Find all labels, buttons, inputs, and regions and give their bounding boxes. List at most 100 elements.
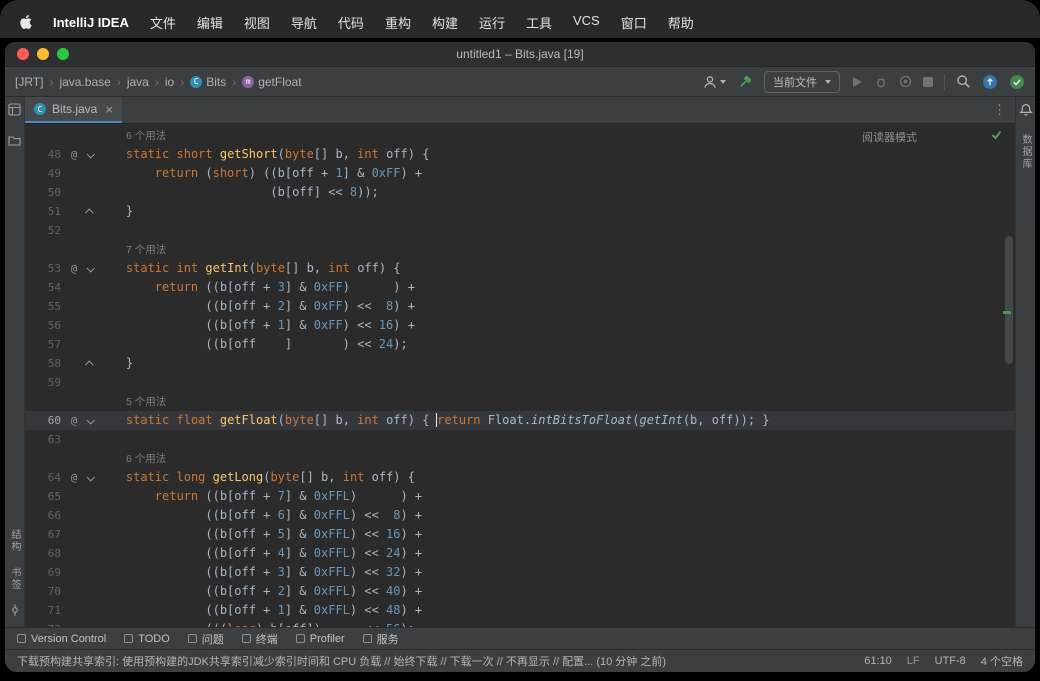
- coverage-button[interactable]: [899, 75, 912, 88]
- menu-item-编辑[interactable]: 编辑: [197, 13, 223, 32]
- code-text: ((b[off + 1] & 0xFFL) << 48) +: [97, 601, 1015, 620]
- usages-inlay-hint[interactable]: 6 个用法: [126, 453, 166, 465]
- fold-toggle-icon[interactable]: [82, 202, 97, 221]
- build-hammer-icon[interactable]: [737, 74, 753, 90]
- breadcrumb-item-getFloat[interactable]: mgetFloat: [242, 75, 301, 89]
- folder-icon[interactable]: [8, 133, 21, 151]
- fold-toggle-icon[interactable]: [82, 411, 97, 430]
- ide-main-area: 结构书签 C Bits.java × ⋮ 6 个用法48@ static sho…: [5, 97, 1035, 627]
- window-titlebar[interactable]: untitled1 – Bits.java [19]: [5, 42, 1035, 67]
- toolwindow-stripe-书签[interactable]: 书签: [7, 567, 22, 591]
- inspections-ok-icon[interactable]: [990, 128, 1003, 144]
- fold-toggle-icon[interactable]: [82, 259, 97, 278]
- search-everywhere-icon[interactable]: [956, 74, 971, 89]
- menu-item-导航[interactable]: 导航: [291, 13, 317, 32]
- breadcrumb-item-Bits[interactable]: CBits: [190, 75, 226, 89]
- toolwindow-button-Version Control[interactable]: Version Control: [17, 633, 106, 645]
- stop-button[interactable]: [923, 77, 933, 87]
- project-toolwindow-icon[interactable]: [8, 103, 21, 121]
- menu-item-VCS[interactable]: VCS: [573, 13, 600, 32]
- usages-inlay-hint[interactable]: 5 个用法: [126, 396, 166, 408]
- navigation-bar: [JRT]›java.base›java›io›CBits›mgetFloat …: [5, 67, 1035, 97]
- annotation-gutter-icon: [66, 544, 82, 563]
- terminal-icon: [242, 634, 251, 643]
- code-text: ((b[off + 1] & 0xFF) << 16) +: [97, 316, 1015, 335]
- fold-toggle-icon: [82, 164, 97, 183]
- run-configuration-select[interactable]: 当前文件: [764, 71, 840, 93]
- update-available-icon[interactable]: [982, 74, 998, 90]
- breadcrumb-item-[JRT][interactable]: [JRT]: [15, 75, 43, 89]
- vcs-icon: [17, 634, 26, 643]
- toolwindow-stripe-数据库[interactable]: 数据库: [1018, 134, 1033, 170]
- tab-bits-java[interactable]: C Bits.java ×: [25, 97, 122, 123]
- close-window-button[interactable]: [17, 48, 29, 60]
- annotation-gutter-icon: [66, 487, 82, 506]
- menu-item-代码[interactable]: 代码: [338, 13, 364, 32]
- apple-menu-icon[interactable]: [20, 15, 32, 29]
- usages-inlay-hint[interactable]: 7 个用法: [126, 244, 166, 256]
- code-line-71: 71 ((b[off + 1] & 0xFFL) << 48) +: [25, 601, 1015, 620]
- fold-toggle-icon: [82, 582, 97, 601]
- annotation-gutter-icon[interactable]: @: [66, 411, 82, 430]
- fold-toggle-icon[interactable]: [82, 145, 97, 164]
- menu-item-窗口[interactable]: 窗口: [621, 13, 647, 32]
- breadcrumb-separator: ›: [46, 75, 56, 89]
- minimize-window-button[interactable]: [37, 48, 49, 60]
- code-line-72: 72 (((long) b[off]) << 56);: [25, 620, 1015, 627]
- left-toolwindow-stripe: 结构书签: [5, 97, 25, 627]
- breadcrumb-item-java.base[interactable]: java.base: [59, 75, 110, 89]
- toolwindow-stripe-结构[interactable]: 结构: [7, 529, 22, 553]
- tab-options-icon[interactable]: ⋮: [984, 97, 1015, 123]
- fold-toggle-icon: [82, 506, 97, 525]
- fold-toggle-icon[interactable]: [82, 354, 97, 373]
- fold-toggle-icon[interactable]: [82, 468, 97, 487]
- zoom-window-button[interactable]: [57, 48, 69, 60]
- reader-mode-label[interactable]: 阅读器模式: [862, 129, 917, 145]
- menu-item-工具[interactable]: 工具: [526, 13, 552, 32]
- annotation-gutter-icon[interactable]: @: [66, 468, 82, 487]
- toolwindow-button-服务[interactable]: 服务: [363, 631, 399, 647]
- toolwindow-button-TODO[interactable]: TODO: [124, 633, 170, 645]
- code-text: 5 个用法: [97, 392, 1015, 411]
- close-tab-icon[interactable]: ×: [105, 102, 113, 117]
- run-button[interactable]: [851, 76, 863, 88]
- todo-icon: [124, 634, 133, 643]
- caret-position-widget[interactable]: 61:10: [864, 655, 892, 667]
- line-number: 63: [25, 430, 66, 449]
- annotation-gutter-icon: [66, 221, 82, 240]
- indent-widget[interactable]: 4 个空格: [981, 653, 1023, 669]
- toolwindow-button-Profiler[interactable]: Profiler: [296, 633, 345, 645]
- line-separator-widget[interactable]: LF: [907, 655, 920, 667]
- line-number: 53: [25, 259, 66, 278]
- toolwindow-button-终端[interactable]: 终端: [242, 631, 278, 647]
- toolwindow-button-问题[interactable]: 问题: [188, 631, 224, 647]
- menu-item-帮助[interactable]: 帮助: [668, 13, 694, 32]
- status-message[interactable]: 下载预构建共享索引: 使用预构建的JDK共享索引减少索引时间和 CPU 负载 /…: [17, 653, 666, 669]
- user-profile-icon[interactable]: [702, 74, 726, 90]
- notifications-bell-icon[interactable]: [1019, 103, 1033, 122]
- annotation-gutter-icon[interactable]: @: [66, 259, 82, 278]
- debug-button[interactable]: [874, 75, 888, 89]
- sync-status-icon[interactable]: [1009, 74, 1025, 90]
- usages-inlay-hint[interactable]: 6 个用法: [126, 130, 166, 142]
- annotation-gutter-icon: [66, 335, 82, 354]
- annotation-gutter-icon[interactable]: @: [66, 145, 82, 164]
- annotation-gutter-icon: [66, 164, 82, 183]
- code-editor[interactable]: 6 个用法48@ static short getShort(byte[] b,…: [25, 124, 1015, 627]
- editor-scrollbar[interactable]: [1005, 236, 1013, 364]
- breadcrumb-item-java[interactable]: java: [127, 75, 149, 89]
- line-number: 51: [25, 202, 66, 221]
- error-stripe-mark[interactable]: [1003, 311, 1011, 314]
- menu-item-重构[interactable]: 重构: [385, 13, 411, 32]
- code-line-52: 52: [25, 221, 1015, 240]
- menu-item-构建[interactable]: 构建: [432, 13, 458, 32]
- menu-item-运行[interactable]: 运行: [479, 13, 505, 32]
- menu-item-视图[interactable]: 视图: [244, 13, 270, 32]
- breadcrumb-item-io[interactable]: io: [165, 75, 174, 89]
- menu-item-文件[interactable]: 文件: [150, 13, 176, 32]
- encoding-widget[interactable]: UTF-8: [935, 655, 966, 667]
- menubar-app-name[interactable]: IntelliJ IDEA: [53, 15, 129, 30]
- commit-toolwindow-icon[interactable]: [9, 603, 21, 621]
- code-line-57: 57 ((b[off ] ) << 24);: [25, 335, 1015, 354]
- line-number: 71: [25, 601, 66, 620]
